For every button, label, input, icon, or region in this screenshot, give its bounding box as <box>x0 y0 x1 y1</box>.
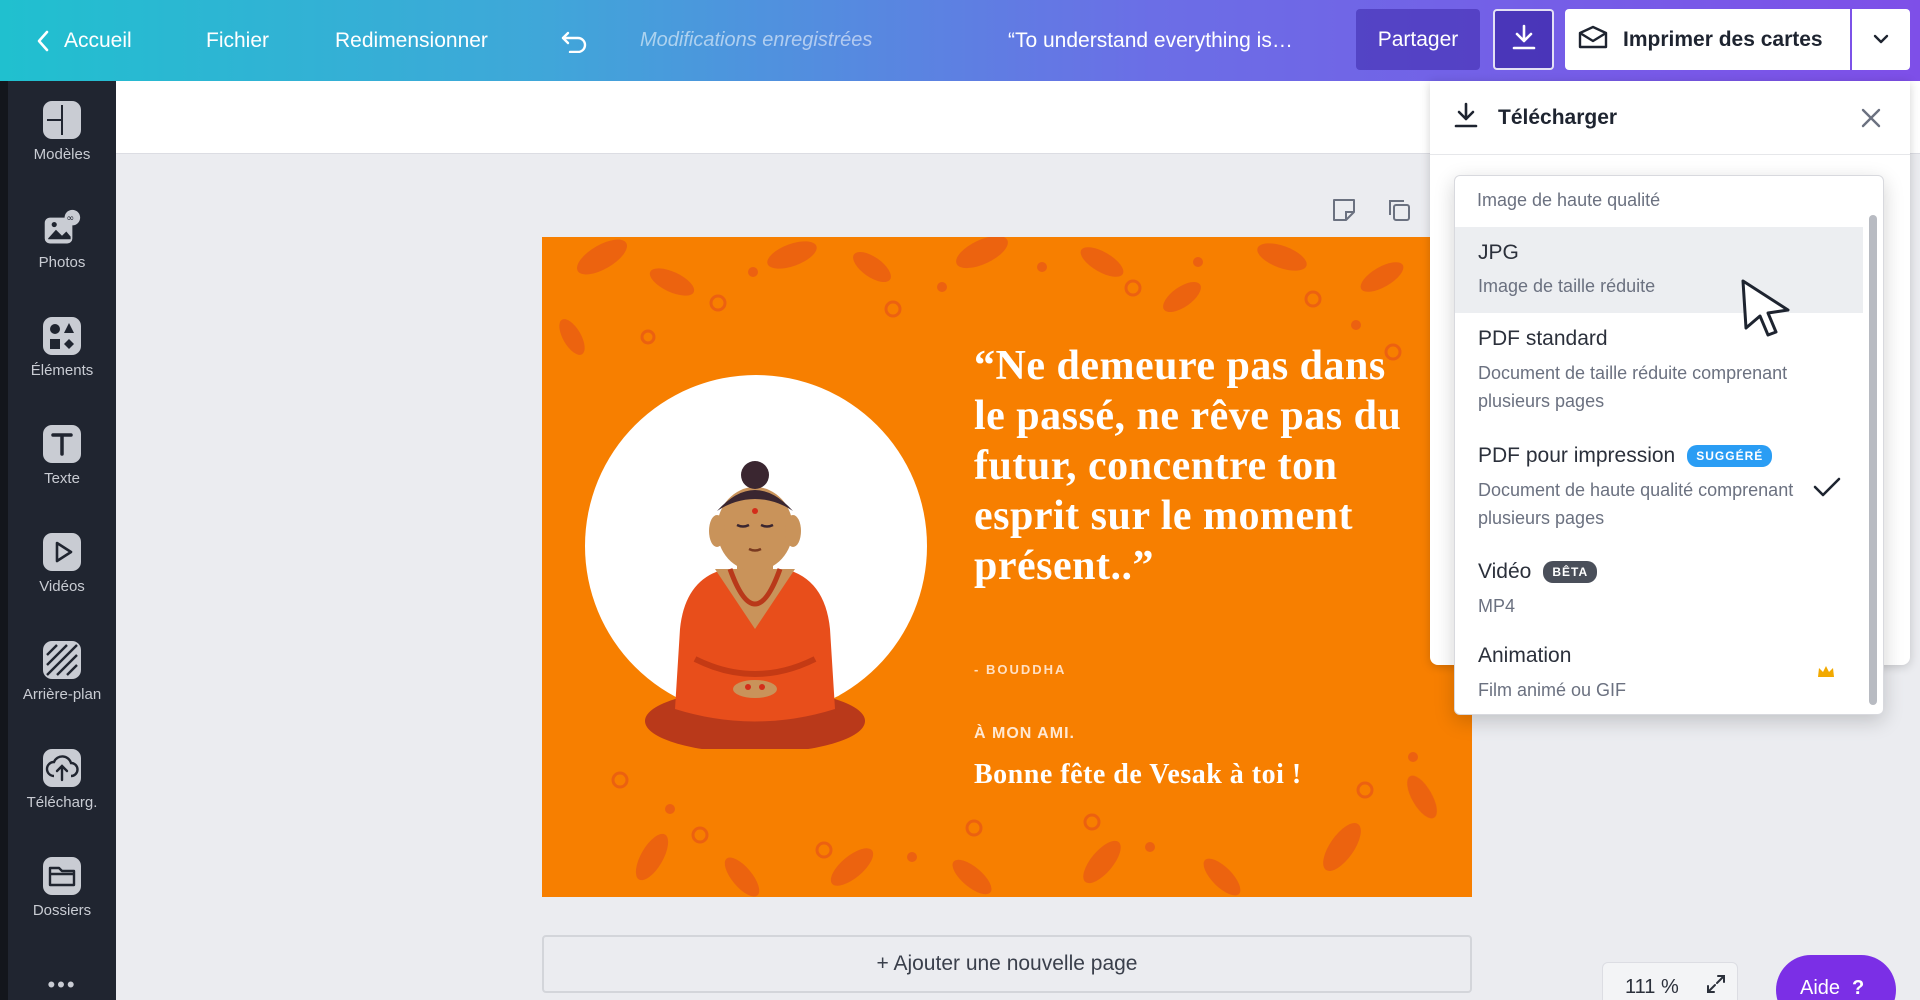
svg-text:∞: ∞ <box>66 213 74 224</box>
resize-button[interactable]: Redimensionner <box>335 0 488 81</box>
print-cards-label: Imprimer des cartes <box>1623 27 1823 51</box>
format-option-video[interactable]: Vidéo BÊTA MP4 <box>1455 548 1863 628</box>
mouse-pointer-icon <box>1740 278 1796 343</box>
chevron-down-icon <box>1873 31 1889 49</box>
help-label: Aide <box>1800 977 1841 999</box>
design-page[interactable]: “Ne demeure pas dans le passé, ne rêve p… <box>542 237 1472 897</box>
sidebar-item-templates[interactable]: Modèles <box>8 101 116 201</box>
print-options-dropdown[interactable] <box>1852 9 1910 70</box>
document-title[interactable]: “To understand everything is… <box>1008 0 1293 81</box>
home-button-label: Accueil <box>64 28 132 52</box>
folders-icon <box>43 857 81 895</box>
undo-button[interactable] <box>560 0 590 81</box>
format-option-png-desc: Image de haute qualité <box>1477 190 1661 210</box>
duplicate-page-icon[interactable] <box>1385 196 1413 224</box>
scrollbar-thumb[interactable] <box>1869 215 1877 705</box>
dedication-text[interactable]: À MON AMI. <box>974 725 1075 743</box>
close-icon[interactable] <box>1857 104 1885 132</box>
fullscreen-icon[interactable] <box>1705 973 1727 1000</box>
beta-badge: BÊTA <box>1543 561 1598 583</box>
undo-icon <box>560 29 590 53</box>
print-cards-button[interactable]: Imprimer des cartes <box>1565 9 1850 70</box>
share-button[interactable]: Partager <box>1356 9 1480 70</box>
question-icon: ? <box>1852 977 1865 999</box>
add-page-button[interactable]: + Ajouter une nouvelle page <box>542 935 1472 993</box>
background-icon <box>43 641 81 679</box>
download-button[interactable] <box>1493 9 1554 70</box>
sidebar-item-videos[interactable]: Vidéos <box>8 533 116 633</box>
chevron-left-icon <box>36 30 50 52</box>
download-panel-header: Télécharger <box>1452 100 1617 136</box>
more-apps-button[interactable]: ••• <box>8 972 116 998</box>
crown-icon <box>1816 664 1836 685</box>
format-option-pdf-print[interactable]: PDF pour impression SUGGÉRÉ Document de … <box>1455 430 1863 544</box>
sidebar-item-uploads[interactable]: Télécharg. <box>8 749 116 849</box>
text-icon <box>43 425 81 463</box>
canva-editor: Accueil Fichier Redimensionner Modificat… <box>0 0 1920 1000</box>
top-bar: Accueil Fichier Redimensionner Modificat… <box>0 0 1920 81</box>
save-status: Modifications enregistrées <box>640 29 873 51</box>
download-panel-title: Télécharger <box>1498 106 1618 129</box>
greeting-text[interactable]: Bonne fête de Vesak à toi ! <box>974 759 1302 791</box>
sidebar-item-photos[interactable]: ∞ Photos <box>8 209 116 309</box>
sidebar-item-background[interactable]: Arrière-plan <box>8 641 116 741</box>
suggested-badge: SUGGÉRÉ <box>1687 445 1773 467</box>
templates-icon <box>43 101 81 139</box>
buddha-illustration <box>645 461 865 749</box>
elements-icon <box>43 317 81 355</box>
add-note-icon[interactable] <box>1330 196 1358 224</box>
quote-text[interactable]: “Ne demeure pas dans le passé, ne rêve p… <box>974 341 1414 591</box>
file-menu-button[interactable]: Fichier <box>206 0 269 81</box>
quote-author[interactable]: - BOUDDHA <box>974 662 1066 677</box>
format-option-animation[interactable]: Animation Film animé ou GIF <box>1455 634 1863 712</box>
checkmark-icon <box>1812 475 1842 504</box>
photos-icon: ∞ <box>43 209 81 247</box>
sidebar-item-folders[interactable]: Dossiers <box>8 857 116 957</box>
envelope-icon <box>1577 24 1609 56</box>
sidebar-item-text[interactable]: Texte <box>8 425 116 525</box>
zoom-control[interactable]: 111 % <box>1602 962 1738 1000</box>
download-icon <box>1510 23 1538 56</box>
divider <box>1430 154 1910 155</box>
format-option-pdf-standard[interactable]: PDF standard Document de taille réduite … <box>1455 313 1863 425</box>
videos-icon <box>43 533 81 571</box>
zoom-level[interactable]: 111 % <box>1625 976 1679 999</box>
sidebar-item-elements[interactable]: Éléments <box>8 317 116 417</box>
upload-icon <box>43 749 81 787</box>
help-button[interactable]: Aide ? <box>1776 955 1896 1000</box>
format-option-jpg[interactable]: JPG Image de taille réduite <box>1455 227 1863 313</box>
download-icon <box>1452 101 1480 135</box>
home-button[interactable]: Accueil <box>36 0 132 81</box>
rail-edge <box>0 81 8 1000</box>
